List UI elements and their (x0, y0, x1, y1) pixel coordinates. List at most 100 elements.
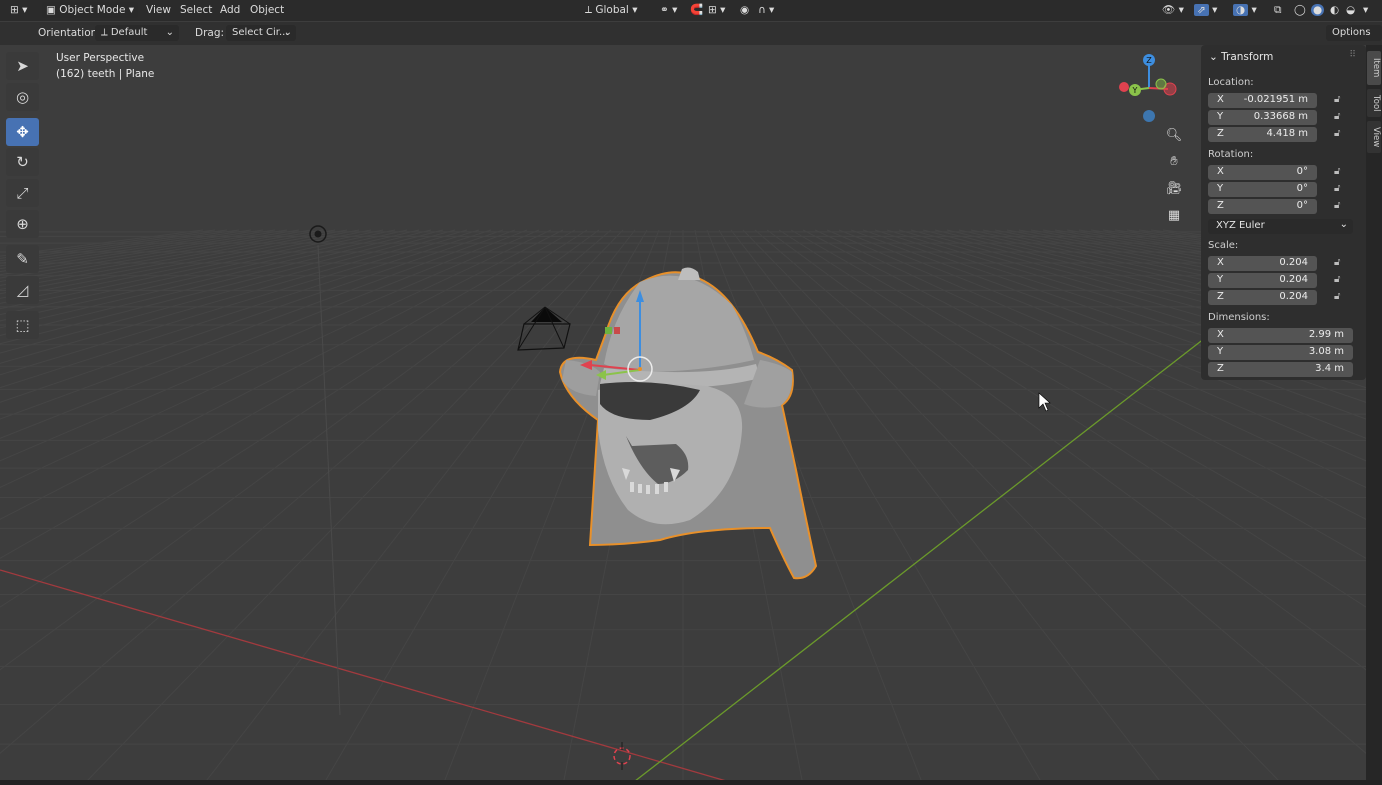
orientation-default-icon: ⟂ (101, 27, 108, 38)
zoom-icon[interactable]: 🔍︎ (1162, 124, 1186, 148)
add-cube-icon: ⬚ (15, 316, 30, 334)
mode-selector[interactable]: ▣ Object Mode ▾ (42, 2, 139, 18)
rotation-z-field[interactable]: Z 0° (1208, 199, 1317, 214)
axis-label: X (1217, 94, 1224, 105)
dimensions-x-field[interactable]: X 2.99 m (1208, 328, 1353, 343)
chevron-down-icon: ⌄ (165, 27, 174, 38)
falloff-icon[interactable]: ∩ ▾ (758, 3, 774, 18)
field-value: 0.204 (1279, 291, 1308, 302)
tab-item[interactable]: Item (1367, 51, 1381, 85)
orientation-dropdown[interactable]: ⟂ Default ⌄ (95, 25, 179, 41)
dimensions-label: Dimensions: (1208, 312, 1270, 323)
pivot-point-icon[interactable]: ⚭ ▾ (660, 3, 677, 18)
field-value: 0.204 (1279, 257, 1308, 268)
select-tool[interactable]: ➤ (6, 52, 39, 80)
transform-orientation-dropdown[interactable]: ⟂ Global ▾ (585, 3, 637, 18)
scale-y-field[interactable]: Y 0.204 (1208, 273, 1317, 288)
rotation-mode-dropdown[interactable]: XYZ Euler ⌄ (1208, 219, 1353, 234)
lock-icon[interactable]: 🔓︎ (1334, 200, 1340, 211)
object-mode-icon: ▣ (46, 4, 56, 16)
mode-label: Object Mode (59, 4, 126, 16)
field-value: 4.418 m (1266, 128, 1308, 139)
rotate-tool[interactable]: ↻ (6, 148, 39, 176)
sidebar-tabs: Item Tool View (1366, 45, 1382, 785)
drag-dropdown-value: Select Cir... (232, 27, 289, 38)
shading-options-icon[interactable]: ▾ (1363, 3, 1368, 18)
shading-rendered-icon[interactable]: ◒ (1346, 3, 1355, 18)
gizmo-y-label: Y (1132, 86, 1138, 95)
menu-add[interactable]: Add (220, 3, 240, 18)
cursor-tool[interactable]: ◎ (6, 83, 39, 111)
transform-panel-header[interactable]: ⌄ Transform (1209, 51, 1273, 63)
annotate-tool[interactable]: ✎ (6, 245, 39, 273)
axis-label: Y (1217, 111, 1224, 122)
menu-view[interactable]: View (146, 3, 171, 18)
move-tool[interactable]: ✥ (6, 118, 39, 146)
tab-tool[interactable]: Tool (1367, 89, 1381, 117)
menu-select[interactable]: Select (180, 3, 212, 18)
lock-icon[interactable]: 🔓︎ (1334, 128, 1340, 139)
lock-icon[interactable]: 🔓︎ (1334, 111, 1340, 122)
scale-z-field[interactable]: Z 0.204 (1208, 290, 1317, 305)
camera-view-icon[interactable]: 🎥︎ (1162, 177, 1186, 201)
drag-handle-icon[interactable]: ⠿ (1349, 50, 1356, 60)
lock-icon[interactable]: 🔓︎ (1334, 257, 1340, 268)
lock-icon[interactable]: 🔓︎ (1334, 94, 1340, 105)
mouse-pointer (1038, 392, 1051, 412)
options-label: Options (1332, 27, 1371, 38)
add-cube-tool[interactable]: ⬚ (6, 311, 39, 339)
rotation-x-field[interactable]: X 0° (1208, 165, 1317, 180)
cursor-arrow-icon: ➤ (16, 57, 29, 75)
lock-icon[interactable]: 🔓︎ (1334, 274, 1340, 285)
field-value: 0.204 (1279, 274, 1308, 285)
shading-wireframe-icon[interactable]: ◯ (1294, 3, 1306, 18)
pan-hand-icon[interactable]: ✋︎ (1162, 150, 1186, 174)
measure-tool[interactable]: ◿ (6, 276, 39, 304)
rotation-y-field[interactable]: Y 0° (1208, 182, 1317, 197)
gizmo-toggle-icon[interactable]: ⇗ ▾ (1194, 3, 1217, 18)
editor-type-icon[interactable]: ⊞ ▾ (10, 3, 27, 18)
chevron-down-icon: ⌄ (1339, 219, 1348, 230)
transform-panel: ⌄ Transform ⠿ Location: X -0.021951 m Y 0.… (1201, 45, 1366, 380)
menu-object[interactable]: Object (250, 3, 284, 18)
shading-solid-icon[interactable]: ● (1311, 3, 1325, 18)
drag-dropdown[interactable]: Select Cir... ⌄ (226, 25, 296, 41)
scale-tool[interactable]: ⤢ (6, 179, 39, 207)
snap-toggle-icon[interactable]: 🧲 (690, 3, 703, 18)
lock-icon[interactable]: 🔓︎ (1334, 183, 1340, 194)
transform-tool[interactable]: ⊕ (6, 210, 39, 238)
axis-label: X (1217, 166, 1224, 177)
dimensions-z-field[interactable]: Z 3.4 m (1208, 362, 1353, 377)
axis-label: X (1217, 329, 1224, 340)
visibility-icon[interactable]: 👁 ▾ (1162, 3, 1184, 18)
location-y-field[interactable]: Y 0.33668 m (1208, 110, 1317, 125)
tab-view[interactable]: View (1367, 121, 1381, 153)
shading-material-icon[interactable]: ◐ (1330, 3, 1339, 18)
x-axis-line (0, 569, 741, 785)
snap-target-icon[interactable]: ⊞ ▾ (708, 3, 725, 18)
3d-cursor[interactable] (613, 742, 631, 770)
axis-label: Z (1217, 363, 1224, 374)
overlays-toggle-icon[interactable]: ◑ ▾ (1233, 3, 1257, 18)
rotation-mode-value: XYZ Euler (1216, 220, 1265, 231)
navigation-gizmo[interactable]: Z Y (1112, 50, 1192, 126)
orientation-caption: Orientation: (38, 27, 101, 39)
light-line (317, 244, 341, 716)
camera-object[interactable] (517, 306, 571, 351)
dimensions-y-field[interactable]: Y 3.08 m (1208, 345, 1353, 360)
location-x-field[interactable]: X -0.021951 m (1208, 93, 1317, 108)
proportional-editing-icon[interactable]: ◉ (740, 3, 749, 18)
move-arrows-icon: ✥ (16, 123, 29, 141)
axis-label: X (1217, 257, 1224, 268)
options-dropdown[interactable]: Options ⌄ (1326, 25, 1382, 54)
lock-icon[interactable]: 🔓︎ (1334, 291, 1340, 302)
bottom-border (0, 780, 1382, 785)
scale-x-field[interactable]: X 0.204 (1208, 256, 1317, 271)
lock-icon[interactable]: 🔓︎ (1334, 166, 1340, 177)
perspective-toggle-icon[interactable]: ▦ (1162, 204, 1186, 228)
viewport-header: ⊞ ▾ ▣ Object Mode ▾ View Select Add Obje… (0, 0, 1382, 21)
field-value: 0.33668 m (1253, 111, 1308, 122)
location-z-field[interactable]: Z 4.418 m (1208, 127, 1317, 142)
xray-toggle-icon[interactable]: ⧉ (1274, 3, 1282, 18)
axis-label: Z (1217, 291, 1224, 302)
